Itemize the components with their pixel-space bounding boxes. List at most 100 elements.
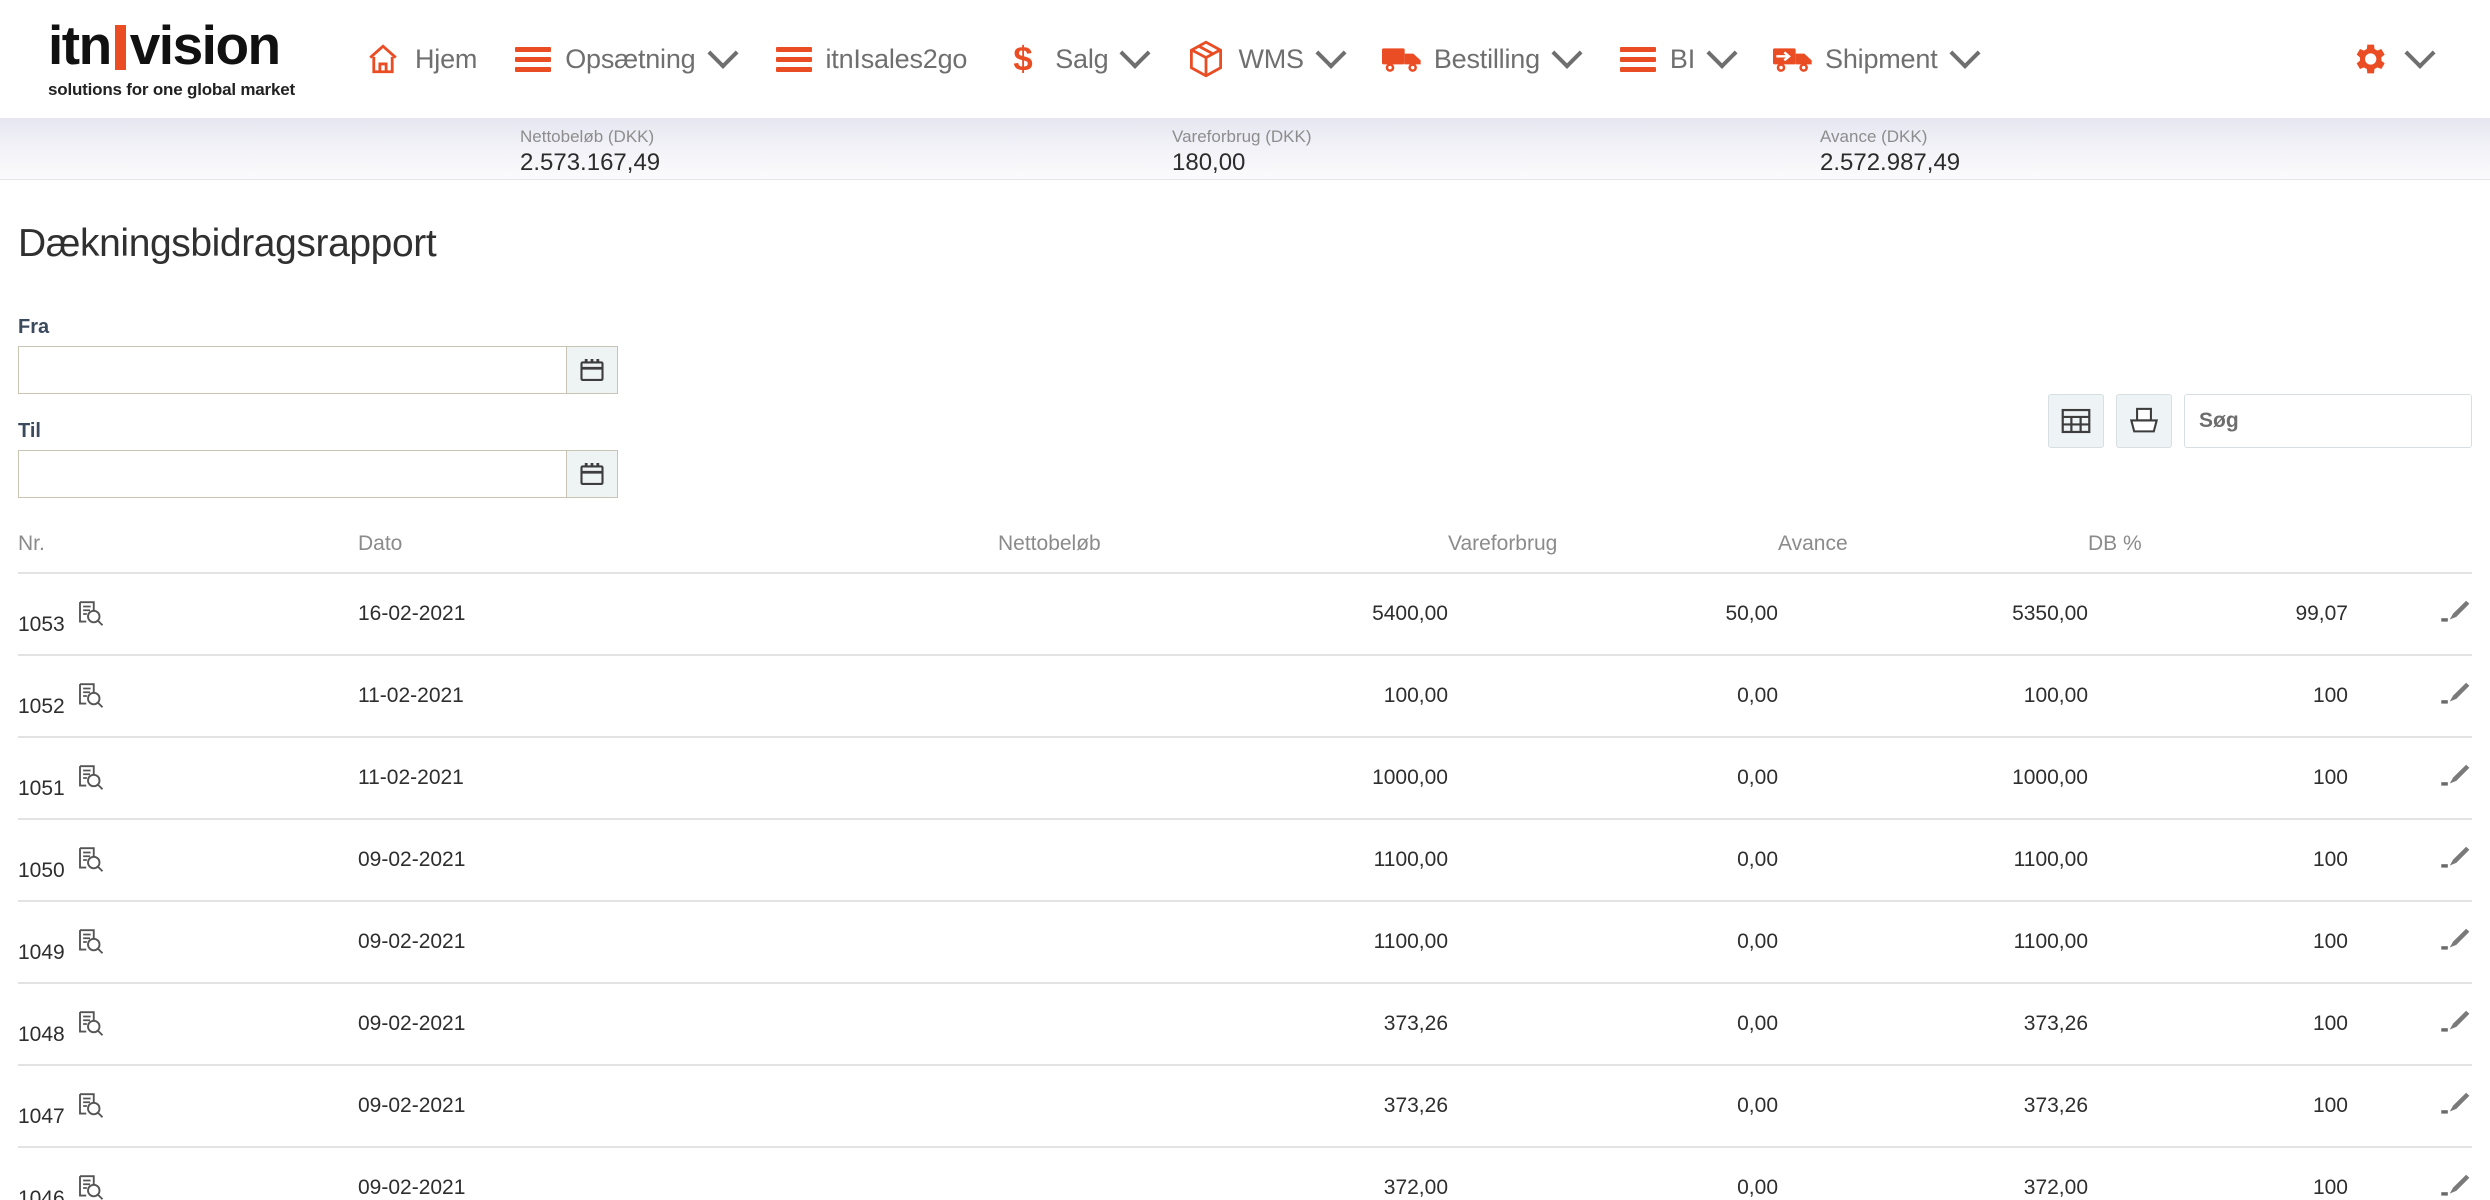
chevron-down-icon — [1119, 37, 1152, 69]
nav-item-opsaetning[interactable]: Opsætning — [495, 29, 755, 89]
brand-logo[interactable]: itn vision solutions for one global mark… — [0, 18, 345, 100]
row-number: 1053 — [18, 613, 65, 636]
cell-db-pct: 100 — [2088, 819, 2348, 902]
table-row[interactable]: 1049 09-02-2021 1100,00 0,00 1100,00 100 — [18, 901, 2472, 984]
cell-avance: 1100,00 — [1778, 819, 2088, 902]
cell-actions — [2348, 573, 2472, 656]
nav-item-wms[interactable]: WMS — [1168, 29, 1363, 89]
edit-pencil-icon[interactable] — [2438, 1006, 2472, 1036]
cell-vareforbrug: 0,00 — [1448, 1065, 1778, 1148]
cell-nr: 1053 — [18, 573, 358, 656]
nav-item-itnisales2go[interactable]: itnIsales2go — [756, 29, 986, 89]
edit-pencil-icon[interactable] — [2438, 760, 2472, 790]
cell-db-pct: 100 — [2088, 901, 2348, 984]
document-search-icon[interactable] — [75, 599, 105, 629]
edit-pencil-icon[interactable] — [2438, 596, 2472, 626]
cell-dato: 11-02-2021 — [358, 655, 998, 738]
chevron-down-icon — [1948, 37, 1981, 69]
document-search-icon[interactable] — [75, 1009, 105, 1039]
cell-dato: 09-02-2021 — [358, 1147, 998, 1200]
cell-nr: 1046 — [18, 1147, 358, 1200]
cell-nettobelob: 1000,00 — [998, 737, 1448, 820]
calendar-icon — [580, 359, 604, 381]
nav-item-bestilling[interactable]: Bestilling — [1364, 29, 1600, 89]
cell-dato: 09-02-2021 — [358, 983, 998, 1066]
edit-pencil-icon[interactable] — [2438, 924, 2472, 954]
nav-label-shipment: Shipment — [1825, 43, 1938, 74]
document-search-icon[interactable] — [75, 1091, 105, 1121]
document-search-icon[interactable] — [75, 927, 105, 957]
to-date-input[interactable] — [18, 450, 566, 498]
chevron-down-icon[interactable] — [2404, 37, 2436, 69]
cell-nr: 1049 — [18, 901, 358, 984]
printer-icon — [2129, 407, 2159, 433]
edit-pencil-icon[interactable] — [2438, 678, 2472, 708]
column-header-db-pct[interactable]: DB % — [2088, 528, 2348, 574]
cell-avance: 373,26 — [1778, 1065, 2088, 1148]
cell-nettobelob: 372,00 — [998, 1147, 1448, 1200]
row-number: 1052 — [18, 695, 65, 718]
table-row[interactable]: 1050 09-02-2021 1100,00 0,00 1100,00 100 — [18, 819, 2472, 902]
top-navigation-bar: itn vision solutions for one global mark… — [0, 0, 2490, 118]
export-grid-button[interactable] — [2048, 394, 2104, 448]
edit-pencil-icon[interactable] — [2438, 1170, 2472, 1200]
gear-icon[interactable] — [2349, 41, 2389, 77]
cell-nr: 1047 — [18, 1065, 358, 1148]
cell-nettobelob: 1100,00 — [998, 901, 1448, 984]
from-date-input[interactable] — [18, 346, 566, 394]
search-input[interactable] — [2185, 395, 2471, 447]
table-row[interactable]: 1051 11-02-2021 1000,00 0,00 1000,00 100 — [18, 737, 2472, 820]
cell-avance: 1100,00 — [1778, 901, 2088, 984]
cell-nettobelob: 1100,00 — [998, 819, 1448, 902]
settings-menu[interactable] — [2349, 37, 2490, 77]
document-search-icon[interactable] — [75, 1173, 105, 1200]
nav-item-hjem[interactable]: Hjem — [345, 29, 495, 89]
cell-dato: 16-02-2021 — [358, 573, 998, 656]
cell-dato: 11-02-2021 — [358, 737, 998, 820]
cell-avance: 1000,00 — [1778, 737, 2088, 820]
to-date-label: Til — [18, 420, 41, 442]
kpi-label: Vareforbrug (DKK) — [1172, 127, 1312, 146]
nav-label-hjem: Hjem — [415, 43, 478, 74]
cell-db-pct: 100 — [2088, 737, 2348, 820]
cell-dato: 09-02-2021 — [358, 1065, 998, 1148]
dollar-icon: $ — [1003, 41, 1043, 77]
from-date-calendar-button[interactable] — [566, 346, 618, 394]
edit-pencil-icon[interactable] — [2438, 1088, 2472, 1118]
document-search-icon[interactable] — [75, 845, 105, 875]
kpi-label: Nettobeløb (DKK) — [520, 127, 655, 146]
to-date-calendar-button[interactable] — [566, 450, 618, 498]
column-header-actions — [2348, 528, 2472, 574]
cell-db-pct: 100 — [2088, 1065, 2348, 1148]
cell-actions — [2348, 1147, 2472, 1200]
column-header-avance[interactable]: Avance — [1778, 528, 2088, 574]
nav-item-shipment[interactable]: Shipment — [1755, 29, 1997, 89]
table-row[interactable]: 1052 11-02-2021 100,00 0,00 100,00 100 — [18, 655, 2472, 738]
print-button[interactable] — [2116, 394, 2172, 448]
nav-item-bi[interactable]: BI — [1600, 29, 1755, 89]
cell-vareforbrug: 0,00 — [1448, 901, 1778, 984]
table-row[interactable]: 1048 09-02-2021 373,26 0,00 373,26 100 — [18, 983, 2472, 1066]
cell-nr: 1050 — [18, 819, 358, 902]
from-date-label: Fra — [18, 316, 50, 338]
table-row[interactable]: 1053 16-02-2021 5400,00 50,00 5350,00 99… — [18, 573, 2472, 656]
nav-item-salg[interactable]: $ Salg — [985, 29, 1168, 89]
table-row[interactable]: 1047 09-02-2021 373,26 0,00 373,26 100 — [18, 1065, 2472, 1148]
cell-vareforbrug: 50,00 — [1448, 573, 1778, 656]
column-header-dato[interactable]: Dato — [358, 528, 998, 574]
cell-nr: 1048 — [18, 983, 358, 1066]
column-header-nettobelob[interactable]: Nettobeløb — [998, 528, 1448, 574]
logo-accent-bar — [114, 25, 126, 70]
edit-pencil-icon[interactable] — [2438, 842, 2472, 872]
column-header-nr[interactable]: Nr. — [18, 528, 358, 574]
document-search-icon[interactable] — [75, 681, 105, 711]
column-header-vareforbrug[interactable]: Vareforbrug — [1448, 528, 1778, 574]
kpi-value: 180,00 — [1172, 149, 1246, 177]
document-search-icon[interactable] — [75, 763, 105, 793]
cell-avance: 100,00 — [1778, 655, 2088, 738]
table-row[interactable]: 1046 09-02-2021 372,00 0,00 372,00 100 — [18, 1147, 2472, 1200]
cell-dato: 09-02-2021 — [358, 901, 998, 984]
table-header-row: Nr. Dato Nettobeløb Vareforbrug Avance D… — [18, 528, 2472, 574]
cell-actions — [2348, 1065, 2472, 1148]
kpi-vareforbrug: Vareforbrug (DKK) 180,00 — [1172, 126, 1312, 177]
